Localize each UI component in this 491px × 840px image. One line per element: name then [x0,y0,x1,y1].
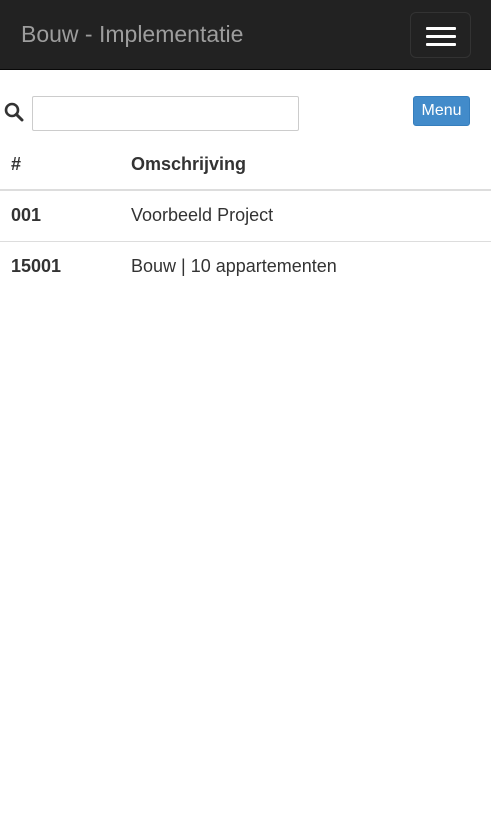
menu-button[interactable]: Menu [413,96,470,126]
search-icon [4,102,24,122]
navbar-toggle-button[interactable] [410,12,471,58]
project-description[interactable]: Voorbeeld Project [131,190,491,242]
project-number[interactable]: 15001 [0,241,131,292]
project-description[interactable]: Bouw | 10 appartementen [131,241,491,292]
top-navbar: Bouw - Implementatie [0,0,491,70]
column-header-number[interactable]: # [0,140,131,191]
table-header-row: # Omschrijving [0,140,491,191]
table-row[interactable]: 15001 Bouw | 10 appartementen [0,241,491,292]
column-header-description[interactable]: Omschrijving [131,140,491,191]
project-table: # Omschrijving 001 Voorbeeld Project 150… [0,140,491,292]
project-number[interactable]: 001 [0,190,131,242]
table-row[interactable]: 001 Voorbeeld Project [0,190,491,242]
search-input[interactable] [32,96,299,131]
app-title[interactable]: Bouw - Implementatie [21,20,243,48]
